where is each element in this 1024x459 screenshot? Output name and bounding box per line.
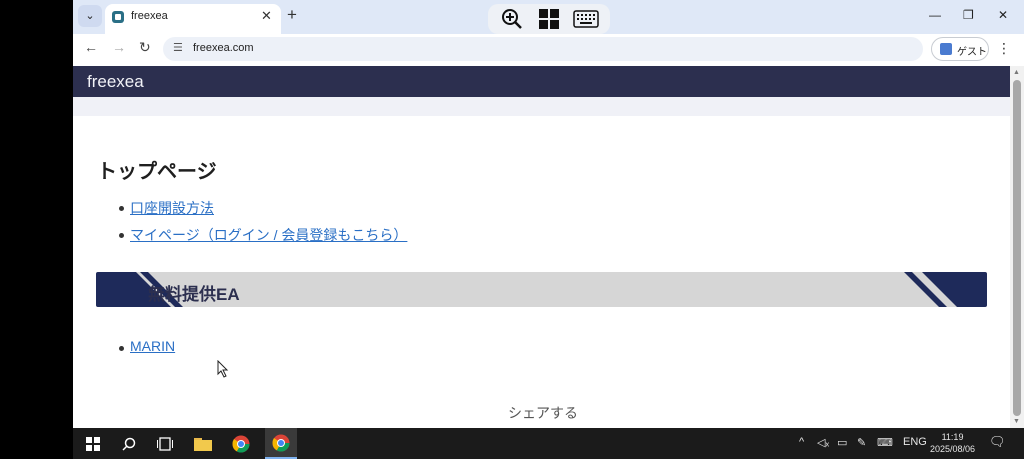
keyboard-icon[interactable] [572,8,599,30]
section-title: 無料提供EA [148,285,240,304]
minimize-icon[interactable]: — [929,8,941,22]
page-viewport: freexea トップページ 口座開設方法 マイページ（ログイン / 会員登録も… [73,66,1010,428]
section-banner: 無料提供EA [96,272,987,307]
clock-date: 2025/08/06 [930,444,976,454]
chrome-icon[interactable] [229,433,253,455]
window-close-icon[interactable]: ✕ [998,8,1008,22]
site-settings-icon[interactable]: ☰ [173,41,183,54]
list-bullet [119,206,124,211]
list-bullet [119,233,124,238]
header-band [73,97,1010,116]
browser-toolbar: ← → ↻ ☰ freexea.com ゲスト ⋮ [73,34,1024,64]
guest-label: ゲスト [957,47,987,58]
pen-icon[interactable]: ✎ [857,436,866,449]
address-bar[interactable]: ☰ freexea.com [163,37,923,61]
link-account-opening[interactable]: 口座開設方法 [130,198,214,218]
floating-toolbar [488,4,610,34]
page-title: トップページ [97,161,217,183]
windows-start-icon[interactable] [81,433,105,455]
scroll-down-icon[interactable]: ▼ [1013,418,1020,425]
tab-strip: ⌄ freexea ✕ + — ❐ ✕ [73,0,1024,34]
reload-icon[interactable]: ↻ [139,39,151,56]
close-tab-icon[interactable]: ✕ [261,8,272,24]
mouse-cursor-icon [217,360,229,378]
windows-start-icon[interactable] [536,8,562,30]
speaker-muted-icon[interactable]: ◁ₓ [817,436,829,449]
touch-keyboard-icon[interactable]: ⌨ [877,436,893,449]
network-icon[interactable]: ▭ [837,436,847,449]
profile-icon [940,43,952,55]
search-icon[interactable] [117,433,141,455]
tab-search-button[interactable]: ⌄ [78,5,102,27]
link-mypage[interactable]: マイページ（ログイン / 会員登録もこちら） [130,225,407,245]
share-label: シェアする [508,405,578,421]
site-favicon-icon [112,11,124,23]
link-marin[interactable]: MARIN [130,338,175,354]
restore-icon[interactable]: ❐ [963,8,974,22]
vertical-scrollbar[interactable]: ▲ ▼ [1010,66,1024,428]
file-explorer-icon[interactable] [191,433,215,455]
task-view-icon[interactable] [153,433,177,455]
list-bullet [119,346,124,351]
guest-profile-button[interactable]: ゲスト [931,37,989,61]
url-text[interactable]: freexea.com [193,42,254,54]
chevron-up-icon[interactable]: ^ [799,436,804,448]
site-title[interactable]: freexea [87,72,144,92]
tab-title: freexea [131,10,168,22]
zoom-in-icon[interactable] [499,8,525,30]
scroll-up-icon[interactable]: ▲ [1013,69,1020,76]
language-indicator[interactable]: ENG [903,436,927,448]
menu-icon[interactable]: ⋮ [997,40,1011,57]
clock[interactable]: 11:19 2025/08/06 [930,431,975,455]
forward-icon[interactable]: → [112,39,126,55]
clock-time: 11:19 [941,432,964,442]
site-header: freexea [73,66,1010,97]
scrollbar-thumb[interactable] [1013,80,1021,416]
chrome-active-icon[interactable] [265,428,297,459]
windows-taskbar: ^ ◁ₓ ▭ ✎ ⌨ ENG 11:19 2025/08/06 🗨 [73,428,1024,459]
notifications-icon[interactable]: 🗨 [989,434,1006,450]
back-icon[interactable]: ← [84,39,98,55]
new-tab-button[interactable]: + [287,5,297,25]
tab-freexea[interactable]: freexea ✕ [105,4,281,34]
